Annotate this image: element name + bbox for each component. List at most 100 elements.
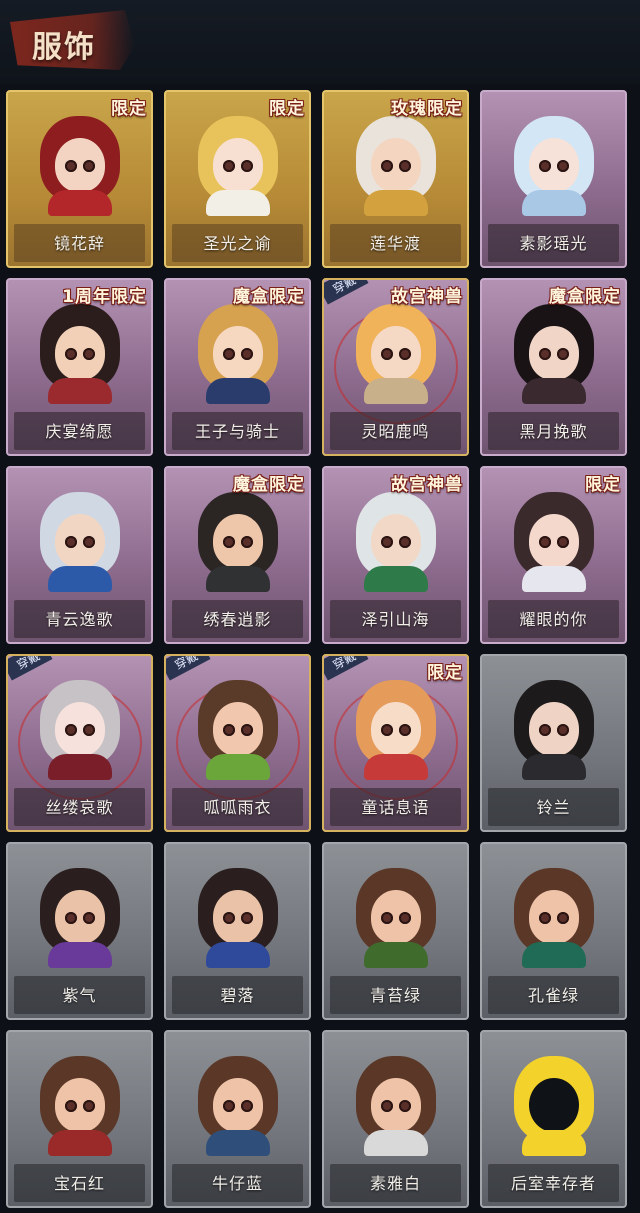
outfit-shape (363, 754, 428, 780)
right-eye (398, 536, 411, 548)
left-eye (64, 1100, 77, 1112)
costume-card[interactable]: 青云逸歌 (6, 466, 153, 644)
portrait-icon (350, 488, 442, 592)
face-shape (528, 702, 579, 756)
costume-name: 童话息语 (361, 798, 430, 817)
face-shape (370, 890, 421, 944)
portrait-icon (34, 676, 126, 780)
outfit-shape (521, 1130, 586, 1156)
costume-card[interactable]: 宝石红 (6, 1030, 153, 1208)
outfit-shape (521, 378, 586, 404)
costume-card[interactable]: 魔盒限定 王子与骑士 (164, 278, 311, 456)
costume-name: 绣春逍影 (203, 610, 272, 629)
costume-card[interactable]: 孔雀绿 (480, 842, 627, 1020)
costume-name: 铃兰 (536, 798, 571, 817)
costume-card[interactable]: 穿戴 呱呱雨衣 (164, 654, 311, 832)
costume-card[interactable]: 素影瑶光 (480, 90, 627, 268)
portrait-icon (192, 488, 284, 592)
outfit-shape (363, 378, 428, 404)
costume-card[interactable]: 玫瑰限定 莲华渡 (322, 90, 469, 268)
left-eye (380, 1100, 393, 1112)
face-shape (54, 890, 105, 944)
left-eye (64, 160, 77, 172)
portrait-icon (508, 488, 600, 592)
costume-name: 后室幸存者 (510, 1174, 596, 1193)
right-eye (240, 536, 253, 548)
left-eye (538, 160, 551, 172)
left-eye (64, 536, 77, 548)
outfit-shape (47, 754, 112, 780)
costume-card[interactable]: 魔盒限定绣春逍影 (164, 466, 311, 644)
outfit-shape (521, 566, 586, 592)
rarity-badge: 魔盒限定 (233, 475, 305, 495)
right-eye (82, 724, 95, 736)
face-shape (212, 890, 263, 944)
costume-card[interactable]: 碧落 (164, 842, 311, 1020)
right-eye (82, 160, 95, 172)
face-shape (370, 1078, 421, 1132)
right-eye (398, 160, 411, 172)
rarity-badge: 限定 (269, 99, 305, 119)
right-eye (240, 348, 253, 360)
left-eye (380, 536, 393, 548)
outfit-shape (363, 190, 428, 216)
left-eye (380, 160, 393, 172)
portrait-icon (350, 1052, 442, 1156)
right-eye (556, 536, 569, 548)
left-eye (380, 912, 393, 924)
right-eye (82, 536, 95, 548)
header-bar: 服饰 (0, 0, 640, 84)
costume-name: 素雅白 (369, 1174, 421, 1193)
face-shape (212, 514, 263, 568)
costume-card[interactable]: 青苔绿 (322, 842, 469, 1020)
costume-card[interactable]: 魔盒限定 黑月挽歌 (480, 278, 627, 456)
costume-card[interactable]: 限定 圣光之谕 (164, 90, 311, 268)
costume-card[interactable]: 穿戴 丝缕哀歌 (6, 654, 153, 832)
costume-card[interactable]: 紫气 (6, 842, 153, 1020)
costume-card[interactable]: 故宫神兽 泽引山海 (322, 466, 469, 644)
outfit-shape (363, 566, 428, 592)
left-eye (222, 536, 235, 548)
right-eye (556, 348, 569, 360)
face-shape (370, 138, 421, 192)
portrait-icon (508, 300, 600, 404)
rarity-badge: 故宫神兽 (391, 475, 463, 495)
portrait-icon (350, 676, 442, 780)
face-shape (370, 326, 421, 380)
costume-card[interactable]: 素雅白 (322, 1030, 469, 1208)
portrait-icon (350, 864, 442, 968)
rarity-badge: 魔盒限定 (233, 287, 305, 307)
costume-card[interactable]: 限定 镜花辞 (6, 90, 153, 268)
costume-card[interactable]: 限定 穿戴 童话息语 (322, 654, 469, 832)
portrait-icon (34, 1052, 126, 1156)
costume-name: 青云逸歌 (45, 610, 114, 629)
face-shape (212, 138, 263, 192)
rarity-badge: 限定 (585, 475, 621, 495)
left-eye (538, 912, 551, 924)
costume-name: 丝缕哀歌 (45, 798, 114, 817)
costume-card[interactable]: 铃兰 (480, 654, 627, 832)
right-eye (398, 912, 411, 924)
costume-name: 紫气 (62, 986, 97, 1005)
face-shape (528, 1078, 579, 1132)
costume-card[interactable]: 限定 耀眼的你 (480, 466, 627, 644)
outfit-shape (47, 190, 112, 216)
face-shape (54, 1078, 105, 1132)
face-shape (54, 514, 105, 568)
face-shape (54, 326, 105, 380)
left-eye (222, 912, 235, 924)
face-shape (370, 514, 421, 568)
right-eye (82, 912, 95, 924)
outfit-shape (47, 378, 112, 404)
outfit-shape (47, 566, 112, 592)
rarity-badge: 玫瑰限定 (391, 99, 463, 119)
costume-card[interactable]: 牛仔蓝 (164, 1030, 311, 1208)
costume-grid: 限定 镜花辞 限定 圣光之谕 玫瑰限定 莲华渡 素影瑶光 1周年限定 庆宴绮愿 魔盒限定 王子与骑士… (0, 84, 640, 1213)
costume-name: 黑月挽歌 (519, 422, 588, 441)
costume-card[interactable]: 1周年限定 庆宴绮愿 (6, 278, 153, 456)
costume-card[interactable]: 后室幸存者 (480, 1030, 627, 1208)
right-eye (240, 1100, 253, 1112)
left-eye (380, 348, 393, 360)
costume-card[interactable]: 故宫神兽 穿戴 灵昭鹿鸣 (322, 278, 469, 456)
costume-name: 牛仔蓝 (211, 1174, 263, 1193)
